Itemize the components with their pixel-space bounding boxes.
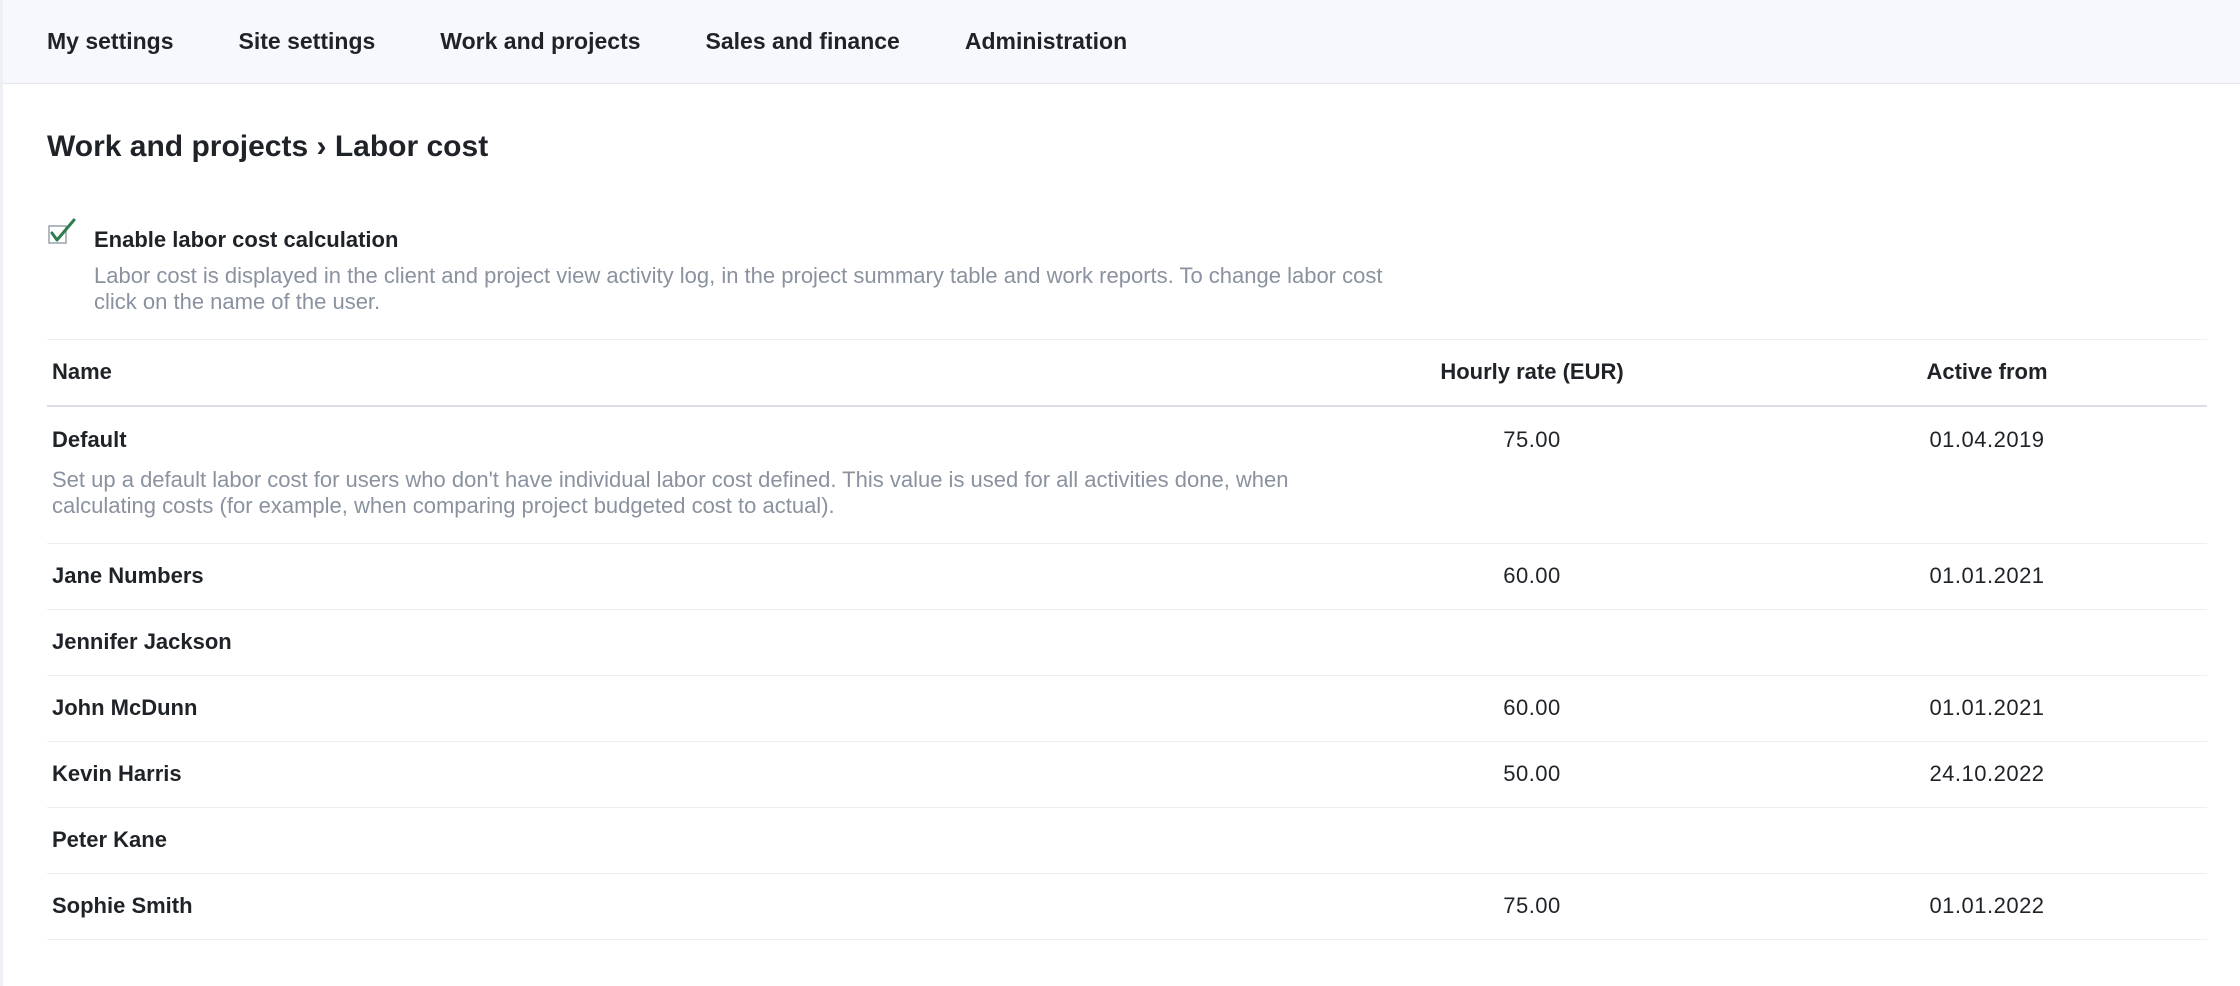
hourly-rate-cell: 50.00 [1297,741,1767,808]
table-row[interactable]: Jennifer Jackson [47,609,2207,676]
hourly-rate-cell [1297,609,1767,676]
user-name-cell: Sophie Smith [47,873,1297,940]
labor-cost-description: Labor cost is displayed in the client an… [94,263,1383,314]
user-name[interactable]: Sophie Smith [52,893,193,918]
user-name[interactable]: Kevin Harris [52,761,182,786]
user-name[interactable]: John McDunn [52,695,197,720]
default-name[interactable]: Default [52,427,1292,453]
nav-item-work-and-projects[interactable]: Work and projects [440,28,640,55]
column-header-hourly-rate: Hourly rate (EUR) [1297,339,1767,407]
table-row[interactable]: Jane Numbers 60.00 01.01.2021 [47,543,2207,610]
active-from-cell: 01.01.2021 [1767,675,2207,742]
labor-cost-setting: Enable labor cost calculation Labor cost… [47,218,2206,315]
default-active-from: 01.04.2019 [1767,405,2207,544]
active-from-cell [1767,609,2207,676]
default-description: Set up a default labor cost for users wh… [52,466,1289,518]
active-from-cell: 01.01.2022 [1767,873,2207,940]
table-row[interactable]: Sophie Smith 75.00 01.01.2022 [47,873,2207,940]
user-name-cell: John McDunn [47,675,1297,742]
nav-item-my-settings[interactable]: My settings [47,28,174,55]
enable-labor-cost-checkbox[interactable] [47,218,77,248]
user-name[interactable]: Peter Kane [52,827,167,852]
table-row[interactable]: John McDunn 60.00 01.01.2021 [47,675,2207,742]
hourly-rate-cell: 60.00 [1297,675,1767,742]
table-row-default[interactable]: Default Set up a default labor cost for … [47,405,2207,544]
user-name-cell: Kevin Harris [47,741,1297,808]
labor-cost-table: Name Hourly rate (EUR) Active from Defau… [47,339,2207,940]
user-name[interactable]: Jennifer Jackson [52,629,232,654]
nav-item-site-settings[interactable]: Site settings [239,28,376,55]
enable-labor-cost-label[interactable]: Enable labor cost calculation [94,226,2206,254]
active-from-cell [1767,807,2207,874]
user-name[interactable]: Jane Numbers [52,563,204,588]
top-navigation: My settings Site settings Work and proje… [3,0,2240,84]
hourly-rate-cell: 60.00 [1297,543,1767,610]
user-name-cell: Jennifer Jackson [47,609,1297,676]
default-rate: 75.00 [1297,405,1767,544]
active-from-cell: 24.10.2022 [1767,741,2207,808]
active-from-cell: 01.01.2021 [1767,543,2207,610]
default-name-cell: Default Set up a default labor cost for … [47,405,1297,544]
user-name-cell: Peter Kane [47,807,1297,874]
table-row[interactable]: Peter Kane [47,807,2207,874]
table-row[interactable]: Kevin Harris 50.00 24.10.2022 [47,741,2207,808]
table-header-row: Name Hourly rate (EUR) Active from [47,339,2207,407]
hourly-rate-cell: 75.00 [1297,873,1767,940]
main-content: Work and projects › Labor cost Enable la… [3,84,2240,940]
checkmark-icon [48,218,76,244]
nav-item-sales-and-finance[interactable]: Sales and finance [706,28,900,55]
labor-cost-page: My settings Site settings Work and proje… [0,0,2240,986]
column-header-name: Name [47,339,1297,407]
page-title: Work and projects › Labor cost [47,130,489,163]
column-header-active-from: Active from [1767,339,2207,407]
user-name-cell: Jane Numbers [47,543,1297,610]
hourly-rate-cell [1297,807,1767,874]
nav-item-administration[interactable]: Administration [965,28,1127,55]
